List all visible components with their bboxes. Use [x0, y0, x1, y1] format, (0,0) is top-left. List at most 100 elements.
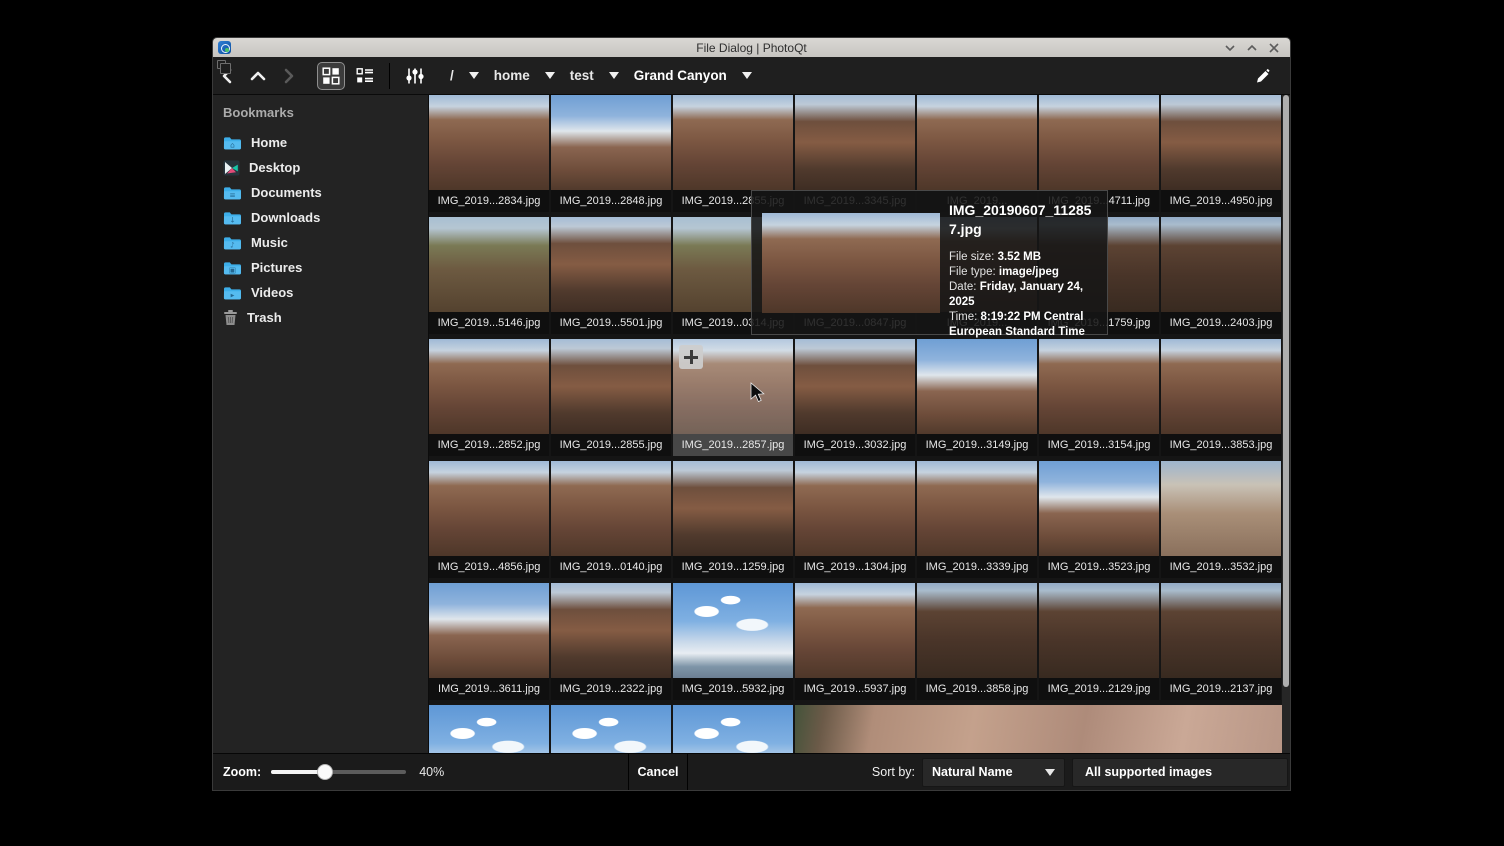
bookmarks-heading: Bookmarks — [213, 103, 428, 130]
breadcrumb-test[interactable]: test — [570, 68, 594, 83]
svg-text:↓: ↓ — [229, 215, 235, 224]
thumbnail-cell[interactable]: IMG_2019...2834.jpg — [429, 95, 549, 212]
thumbnail-filename: IMG_2019...4856.jpg — [429, 556, 549, 578]
thumbnail-cell[interactable]: IMG_2019...3523.jpg — [1039, 461, 1159, 578]
folder-pictures-icon: ▣ — [223, 260, 242, 276]
close-icon[interactable] — [1266, 40, 1282, 56]
edit-path-button[interactable] — [1248, 62, 1276, 90]
thumbnail-image — [551, 705, 671, 753]
thumbnail-cell[interactable] — [429, 705, 549, 753]
breadcrumb-home[interactable]: home — [494, 68, 530, 83]
sidebar-item-desktop[interactable]: Desktop — [213, 155, 428, 180]
sort-dropdown[interactable]: Natural Name — [922, 758, 1065, 787]
thumbnail-image — [1039, 339, 1159, 434]
chevron-down-icon[interactable] — [469, 72, 479, 79]
titlebar[interactable]: File Dialog | PhotoQt — [213, 38, 1290, 57]
sidebar-item-trash[interactable]: Trash — [213, 305, 428, 330]
thumbnail-cell[interactable] — [551, 705, 671, 753]
grid-scrollbar[interactable] — [1282, 95, 1290, 753]
breadcrumb-current-folder[interactable]: Grand Canyon — [634, 68, 727, 83]
cancel-button[interactable]: Cancel — [629, 754, 687, 790]
thumbnail-image — [551, 95, 671, 190]
sidebar-item-label: Desktop — [249, 160, 300, 175]
minimize-icon[interactable] — [1222, 40, 1238, 56]
thumbnail-cell[interactable]: IMG_2019...1304.jpg — [795, 461, 915, 578]
thumbnail-image — [429, 217, 549, 312]
thumbnail-filename: IMG_2019...5501.jpg — [551, 312, 671, 334]
sidebar-item-videos[interactable]: ▸ Videos — [213, 280, 428, 305]
svg-text:▸: ▸ — [231, 290, 235, 299]
settings-sliders-icon[interactable] — [400, 61, 430, 91]
thumbnail-cell[interactable]: IMG_2019...2322.jpg — [551, 583, 671, 700]
thumbnail-cell[interactable]: IMG_2019...1259.jpg — [673, 461, 793, 578]
chevron-down-icon[interactable] — [545, 72, 555, 79]
file-filter-select[interactable]: All supported images — [1072, 758, 1288, 787]
thumbnail-cell[interactable]: IMG_2019...5146.jpg — [429, 217, 549, 334]
thumbnail-cell[interactable]: IMG_2019...2403.jpg — [1161, 217, 1281, 334]
thumbnail-image — [795, 461, 915, 556]
thumbnail-filename: IMG_2019...3149.jpg — [917, 434, 1037, 456]
maximize-icon[interactable] — [1244, 40, 1260, 56]
sidebar-item-pictures[interactable]: ▣ Pictures — [213, 255, 428, 280]
thumbnail-filename: IMG_2019...2855.jpg — [551, 434, 671, 456]
thumbnail-image — [429, 95, 549, 190]
thumbnail-filename: IMG_2019...0140.jpg — [551, 556, 671, 578]
thumbnail-cell[interactable]: IMG_2019...2129.jpg — [1039, 583, 1159, 700]
zoom-slider-thumb[interactable] — [317, 764, 333, 780]
thumbnail-cell[interactable] — [673, 705, 793, 753]
thumbnail-cell[interactable]: IMG_2019...5937.jpg — [795, 583, 915, 700]
thumbnail-cell[interactable]: IMG_2019...3611.jpg — [429, 583, 549, 700]
detach-window-icon[interactable] — [217, 60, 226, 69]
thumbnail-cell[interactable]: IMG_2019...3149.jpg — [917, 339, 1037, 456]
folder-desktop-icon — [223, 160, 240, 176]
thumbnail-cell[interactable]: IMG_2019...0140.jpg — [551, 461, 671, 578]
sidebar-item-label: Downloads — [251, 210, 320, 225]
thumbnail-filename: IMG_2019...1304.jpg — [795, 556, 915, 578]
chevron-down-icon[interactable] — [742, 72, 752, 79]
thumbnail-cell[interactable]: IMG_2019...2852.jpg — [429, 339, 549, 456]
add-select-plus-icon[interactable] — [679, 345, 703, 369]
thumbnail-cell[interactable]: IMG_2019...5501.jpg — [551, 217, 671, 334]
sidebar-item-home[interactable]: ⌂ Home — [213, 130, 428, 155]
thumbnail-filename: IMG_2019...1259.jpg — [673, 556, 793, 578]
bottom-bar: Zoom: 40% Cancel Sort by: Natural Name A… — [213, 753, 1290, 790]
tooltip-field: Time: 8:19:22 PM Central European Standa… — [949, 310, 1097, 340]
grid-view-button[interactable] — [317, 62, 345, 90]
thumbnail-cell[interactable]: IMG_2019...3154.jpg — [1039, 339, 1159, 456]
sort-by-label: Sort by: — [872, 765, 915, 779]
thumbnail-cell[interactable]: IMG_2019...3532.jpg — [1161, 461, 1281, 578]
forward-button[interactable] — [273, 61, 303, 91]
sidebar-item-label: Pictures — [251, 260, 302, 275]
thumbnail-cell[interactable]: IMG_2019...2857.jpg — [673, 339, 793, 456]
thumbnail-cell[interactable]: IMG_2019...4856.jpg — [429, 461, 549, 578]
thumbnail-cell[interactable]: IMG_2019...2137.jpg — [1161, 583, 1281, 700]
mouse-cursor — [750, 382, 770, 409]
thumbnail-cell[interactable]: IMG_2019...4950.jpg — [1161, 95, 1281, 212]
zoom-slider[interactable] — [271, 764, 406, 780]
chevron-down-icon[interactable] — [609, 72, 619, 79]
sidebar-item-documents[interactable]: ≡ Documents — [213, 180, 428, 205]
thumbnail-cell[interactable]: IMG_2019...3853.jpg — [1161, 339, 1281, 456]
thumbnail-image — [1039, 461, 1159, 556]
thumbnail-cell[interactable]: IMG_2019...3032.jpg — [795, 339, 915, 456]
thumbnail-cell[interactable]: IMG_2019...3858.jpg — [917, 583, 1037, 700]
sidebar-item-music[interactable]: ♪ Music — [213, 230, 428, 255]
up-button[interactable] — [243, 61, 273, 91]
list-view-button[interactable] — [351, 62, 379, 90]
thumbnail-image — [1039, 583, 1159, 678]
file-info-tooltip: IMG_20190607_112857.jpg File size: 3.52 … — [751, 190, 1108, 335]
thumbnail-image — [551, 339, 671, 434]
thumbnail-filename: IMG_2019...2857.jpg — [673, 434, 793, 456]
thumbnail-image-panorama[interactable] — [795, 705, 1283, 753]
thumbnail-cell[interactable]: IMG_2019...2855.jpg — [551, 339, 671, 456]
thumbnail-cell[interactable]: IMG_2019...5932.jpg — [673, 583, 793, 700]
thumbnail-cell[interactable]: IMG_2019...3339.jpg — [917, 461, 1037, 578]
tooltip-field: File type: image/jpeg — [949, 265, 1097, 280]
sidebar-item-downloads[interactable]: ↓ Downloads — [213, 205, 428, 230]
thumbnail-cell[interactable]: IMG_2019...2848.jpg — [551, 95, 671, 212]
breadcrumb-root[interactable]: / — [450, 68, 454, 83]
thumbnail-image — [1161, 583, 1281, 678]
svg-text:♪: ♪ — [230, 240, 235, 249]
grid-scrollbar-handle[interactable] — [1283, 95, 1289, 687]
thumbnail-filename: IMG_2019...2852.jpg — [429, 434, 549, 456]
